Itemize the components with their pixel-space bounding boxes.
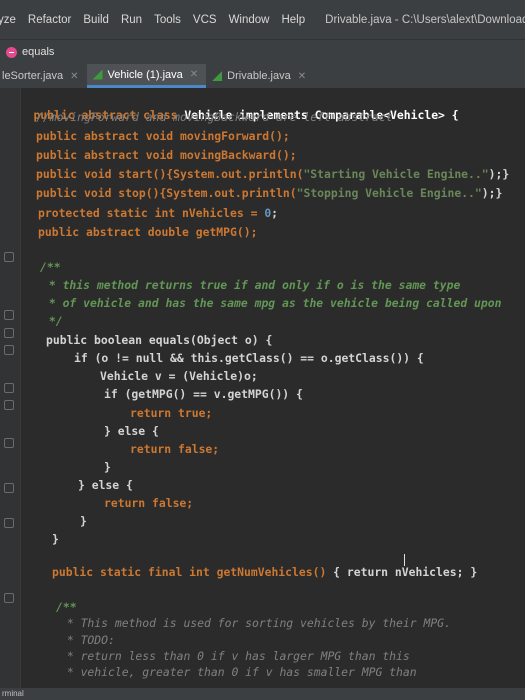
code-token: );} — [488, 167, 510, 181]
code-line: return false; — [130, 442, 220, 456]
code-line: } — [104, 460, 111, 474]
doc-comment: * return less than 0 if v has larger MPG… — [60, 649, 410, 663]
code-line: } else { — [78, 478, 133, 492]
menu-analyze[interactable]: yze — [0, 14, 16, 26]
tab-vehicle[interactable]: Vehicle (1).java ✕ — [86, 64, 207, 88]
code-editor[interactable]: public abstract class Vehicle implements… — [0, 88, 525, 688]
bottom-tool-strip: rminal — [0, 688, 525, 700]
run-config-icon — [6, 46, 17, 58]
code-token: ; — [271, 206, 279, 220]
close-icon[interactable]: ✕ — [190, 69, 198, 80]
code-line: public void start(){System.out.println("… — [36, 167, 509, 181]
menu-build[interactable]: Build — [83, 14, 109, 26]
fold-icon[interactable] — [4, 383, 14, 393]
run-config-label[interactable]: equals — [22, 46, 54, 58]
code-line: return false; — [104, 496, 194, 510]
java-class-icon — [212, 71, 223, 81]
doc-comment: * This method is used for sorting vehicl… — [60, 616, 451, 630]
code-token: { return nVehicles; } — [333, 565, 478, 579]
editor-tab-bar: leSorter.java ✕ Vehicle (1).java ✕ Driva… — [0, 64, 525, 89]
window-title: Drivable.java - C:\Users\alext\Downloads… — [325, 13, 525, 26]
code-line: } — [52, 532, 59, 546]
code-line: public void stop(){System.out.println("S… — [36, 186, 502, 200]
menu-refactor[interactable]: Refactor — [28, 14, 71, 26]
fold-icon[interactable] — [4, 328, 14, 338]
code-line: protected static int nVehicles = 0; — [38, 206, 278, 220]
tab-label: leSorter.java — [2, 70, 64, 82]
doc-comment: /** — [56, 600, 77, 614]
fold-icon[interactable] — [4, 518, 14, 528]
text-cursor — [404, 554, 405, 566]
close-icon[interactable]: ✕ — [298, 71, 306, 82]
code-line: public abstract void movingBackward(); — [36, 148, 297, 162]
menu-run[interactable]: Run — [121, 14, 142, 26]
menu-tools[interactable]: Tools — [154, 14, 181, 26]
code-token: protected static int nVehicles = — [38, 206, 265, 220]
doc-comment: * of vehicle and has the same mpg as the… — [42, 296, 502, 310]
close-icon[interactable]: ✕ — [70, 71, 78, 82]
code-token: public void start(){System.out.println( — [36, 167, 304, 181]
code-line: public abstract void movingForward(); — [36, 129, 290, 143]
doc-comment: /** — [40, 260, 61, 274]
java-class-icon — [92, 69, 103, 80]
fold-icon[interactable] — [4, 345, 14, 355]
menu-vcs[interactable]: VCS — [193, 14, 217, 26]
fold-icon[interactable] — [4, 483, 14, 493]
doc-comment: * this method returns true if and only i… — [42, 278, 461, 292]
fold-icon[interactable] — [4, 310, 14, 320]
tab-label: Vehicle (1).java — [107, 68, 183, 81]
fold-icon[interactable] — [4, 252, 14, 262]
code-token: );} — [481, 186, 503, 200]
menu-window[interactable]: Window — [229, 14, 270, 26]
code-string: "Stopping Vehicle Engine.." — [296, 186, 482, 200]
tab-drivable[interactable]: Drivable.java ✕ — [206, 64, 314, 88]
code-line: public static final int getNumVehicles()… — [52, 565, 477, 579]
code-line: public abstract double getMPG(); — [38, 225, 258, 239]
code-line: public boolean equals(Object o) { — [46, 333, 273, 347]
code-string: "Starting Vehicle Engine.." — [303, 167, 489, 181]
code-line: } — [80, 514, 87, 528]
doc-comment: * vehicle, greater than 0 if v has small… — [60, 665, 417, 679]
code-comment: //movingForward and movingBackward are l… — [36, 110, 393, 124]
tab-filesorter[interactable]: leSorter.java ✕ — [0, 64, 87, 88]
code-line: return true; — [130, 406, 213, 420]
code-line: if (o != null && this.getClass() == o.ge… — [74, 351, 424, 365]
code-token: public void stop(){System.out.println( — [36, 186, 297, 200]
fold-icon[interactable] — [4, 400, 14, 410]
menu-bar: yze Refactor Build Run Tools VCS Window … — [0, 0, 525, 40]
fold-icon[interactable] — [4, 593, 14, 603]
fold-icon[interactable] — [4, 438, 14, 448]
doc-comment: * TODO: — [60, 633, 115, 647]
code-line: } else { — [104, 424, 159, 438]
run-config-row: equals — [0, 40, 525, 64]
terminal-tab[interactable]: rminal — [2, 689, 24, 698]
tab-label: Drivable.java — [227, 70, 291, 82]
code-line: if (getMPG() == v.getMPG()) { — [104, 387, 303, 401]
code-token: public static final int getNumVehicles() — [52, 565, 334, 579]
doc-comment: */ — [42, 314, 63, 328]
menu-help[interactable]: Help — [281, 14, 305, 26]
code-line: Vehicle v = (Vehicle)o; — [100, 369, 258, 383]
editor-gutter — [0, 88, 21, 688]
